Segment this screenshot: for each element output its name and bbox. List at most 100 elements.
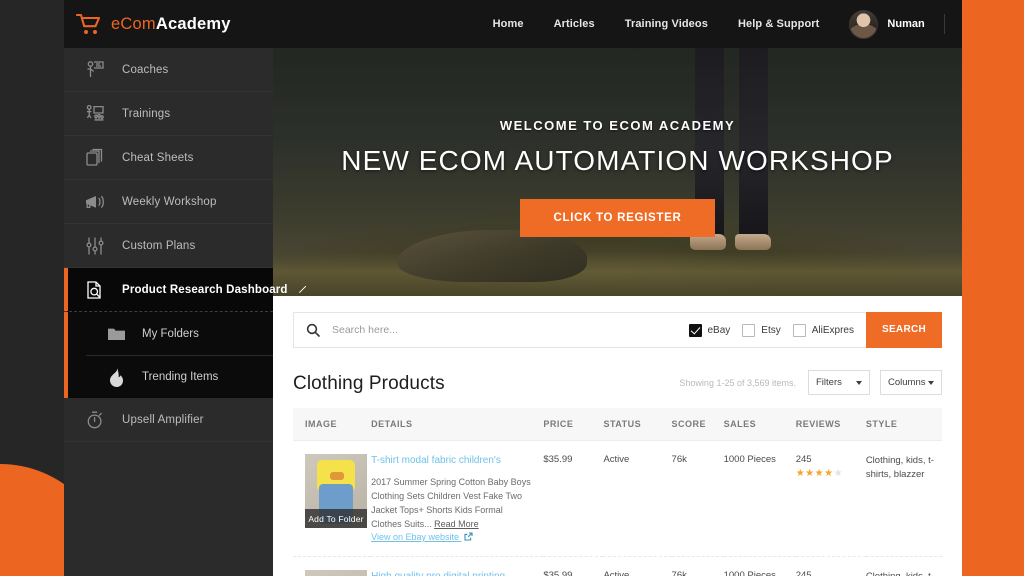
sidebar-item-label: Product Research Dashboard bbox=[122, 283, 288, 296]
screen-root: eComAcademy Home Articles Training Video… bbox=[0, 0, 1024, 576]
sidebar-item-label: Cheat Sheets bbox=[122, 151, 194, 164]
nav-link-help-support[interactable]: Help & Support bbox=[738, 18, 819, 30]
brand-text: eComAcademy bbox=[111, 15, 231, 34]
sidebar-item-upsell-amplifier[interactable]: Upsell Amplifier bbox=[64, 398, 273, 442]
cell-score: 76k bbox=[671, 556, 724, 576]
chevron-down-icon bbox=[856, 380, 862, 385]
register-button[interactable]: CLICK TO REGISTER bbox=[519, 198, 716, 237]
cell-image: Add To Folder bbox=[293, 440, 372, 557]
username-label: Numan bbox=[887, 18, 925, 30]
brand-text-first: eCom bbox=[111, 14, 156, 33]
cell-reviews: 245 ★★★★★ bbox=[795, 440, 866, 557]
products-table: IMAGE DETAILS PRICE STATUS SCORE SALES R… bbox=[293, 408, 942, 576]
reviews-count: 245 bbox=[795, 570, 812, 576]
marketplace-label: eBay bbox=[707, 324, 731, 336]
column-header-details[interactable]: DETAILS bbox=[371, 408, 544, 441]
sidebar-submenu: My Folders Trending Items bbox=[64, 312, 273, 398]
training-group-icon bbox=[82, 102, 108, 126]
marketplace-label: Etsy bbox=[761, 324, 781, 336]
sidebar-item-label: Weekly Workshop bbox=[122, 195, 217, 208]
shopping-cart-icon bbox=[75, 13, 102, 35]
product-title-link[interactable]: T-shirt modal fabric children's bbox=[371, 454, 535, 467]
marketplace-aliexpress[interactable]: AliExpres bbox=[792, 323, 854, 337]
column-header-sales[interactable]: SALES bbox=[723, 408, 796, 441]
brand-text-second: Academy bbox=[155, 14, 231, 33]
nav-link-training-videos[interactable]: Training Videos bbox=[625, 18, 708, 30]
sidebar-item-label: Upsell Amplifier bbox=[122, 413, 204, 426]
user-menu[interactable]: Numan Logout bbox=[849, 9, 962, 39]
search-input[interactable] bbox=[332, 313, 689, 347]
sidebar-item-label: Coaches bbox=[122, 63, 169, 76]
hero-title: NEW ECOM AUTOMATION WORKSHOP bbox=[341, 144, 894, 176]
column-header-style[interactable]: STYLE bbox=[865, 408, 942, 441]
cell-reviews: 245 ★★★★★ bbox=[795, 556, 866, 576]
sidebar-item-label: Custom Plans bbox=[122, 239, 196, 252]
cell-status: Active bbox=[603, 556, 672, 576]
cell-price: $35.99 bbox=[543, 556, 604, 576]
add-to-folder-button[interactable]: Add To Folder bbox=[305, 509, 367, 528]
cell-style: Clothing, kids, t-shirts, blazzer bbox=[865, 556, 942, 576]
product-thumbnail[interactable]: Add To Folder bbox=[305, 570, 367, 576]
results-count: Showing 1-25 of 3,569 items. bbox=[679, 377, 796, 388]
sidebar-item-trending-items[interactable]: Trending Items bbox=[86, 355, 273, 398]
nav-link-home[interactable]: Home bbox=[493, 18, 524, 30]
sidebar-item-product-research-dashboard[interactable]: Product Research Dashboard bbox=[64, 268, 306, 312]
cell-price: $35.99 bbox=[543, 440, 604, 557]
table-row[interactable]: Add To Folder High quality pro digital p… bbox=[293, 556, 942, 576]
sidebar-item-cheat-sheets[interactable]: Cheat Sheets bbox=[64, 136, 273, 180]
divider bbox=[943, 14, 945, 34]
cell-image: Add To Folder bbox=[293, 556, 372, 576]
product-research-panel: eBay Etsy AliExpres SEARCH Clothing Prod… bbox=[273, 296, 962, 576]
filters-label: Filters bbox=[816, 377, 842, 388]
marketplace-ebay[interactable]: eBay bbox=[688, 323, 731, 337]
read-more-link[interactable]: Read More bbox=[434, 519, 479, 529]
star-empty-icon: ★ bbox=[833, 468, 844, 479]
coach-presenter-icon bbox=[82, 58, 108, 82]
sliders-icon bbox=[82, 234, 108, 258]
column-header-price[interactable]: PRICE bbox=[543, 408, 604, 441]
listing-header: Clothing Products Showing 1-25 of 3,569 … bbox=[293, 370, 942, 395]
thumbnail-detail bbox=[330, 472, 344, 480]
filters-dropdown[interactable]: Filters bbox=[808, 370, 870, 395]
table-body: Add To Folder T-shirt modal fabric child… bbox=[293, 440, 942, 576]
sidebar-item-label: My Folders bbox=[142, 327, 199, 340]
cell-sales: 1000 Pieces bbox=[723, 556, 796, 576]
columns-dropdown[interactable]: Columns bbox=[880, 370, 942, 395]
checkbox-etsy[interactable] bbox=[742, 323, 756, 337]
product-title-link[interactable]: High quality pro digital printing Americ… bbox=[371, 570, 535, 576]
checkbox-aliexpress[interactable] bbox=[792, 323, 806, 337]
sidebar-item-coaches[interactable]: Coaches bbox=[64, 48, 273, 92]
search-button[interactable]: SEARCH bbox=[866, 312, 942, 348]
documents-icon bbox=[82, 146, 108, 170]
search-icon bbox=[294, 323, 332, 337]
sidebar-item-my-folders[interactable]: My Folders bbox=[64, 312, 273, 355]
sidebar-item-weekly-workshop[interactable]: Weekly Workshop bbox=[64, 180, 273, 224]
reviews-count: 245 bbox=[795, 454, 812, 465]
brand-logo[interactable]: eComAcademy bbox=[64, 13, 231, 35]
marketplace-filters: eBay Etsy AliExpres bbox=[688, 323, 867, 337]
flame-icon bbox=[104, 366, 128, 388]
table-row[interactable]: Add To Folder T-shirt modal fabric child… bbox=[293, 440, 942, 557]
columns-label: Columns bbox=[888, 377, 926, 388]
marketplace-etsy[interactable]: Etsy bbox=[742, 323, 781, 337]
hero-banner: WELCOME TO ECOM ACADEMY NEW ECOM AUTOMAT… bbox=[273, 48, 962, 296]
cell-score: 76k bbox=[671, 440, 724, 557]
megaphone-icon bbox=[82, 190, 108, 214]
chevron-down-icon bbox=[928, 380, 934, 385]
search-bar: eBay Etsy AliExpres SEARCH bbox=[293, 312, 942, 348]
sidebar-item-trainings[interactable]: Trainings bbox=[64, 92, 273, 136]
product-thumbnail[interactable]: Add To Folder bbox=[305, 454, 367, 528]
column-header-status[interactable]: STATUS bbox=[603, 408, 672, 441]
table-header-row: IMAGE DETAILS PRICE STATUS SCORE SALES R… bbox=[293, 408, 942, 441]
top-bar: eComAcademy Home Articles Training Video… bbox=[64, 0, 962, 48]
column-header-image[interactable]: IMAGE bbox=[293, 408, 372, 441]
column-header-score[interactable]: SCORE bbox=[671, 408, 724, 441]
sidebar-item-custom-plans[interactable]: Custom Plans bbox=[64, 224, 273, 268]
view-on-ebay-link[interactable]: View on Ebay website bbox=[371, 532, 473, 543]
checkbox-ebay[interactable] bbox=[688, 323, 702, 337]
column-header-reviews[interactable]: REVIEWS bbox=[795, 408, 866, 441]
hero-content: WELCOME TO ECOM ACADEMY NEW ECOM AUTOMAT… bbox=[273, 48, 962, 296]
decorative-orange-bar bbox=[962, 0, 1024, 576]
nav-link-articles[interactable]: Articles bbox=[554, 18, 595, 30]
listing-controls: Showing 1-25 of 3,569 items. Filters Col… bbox=[679, 370, 942, 395]
